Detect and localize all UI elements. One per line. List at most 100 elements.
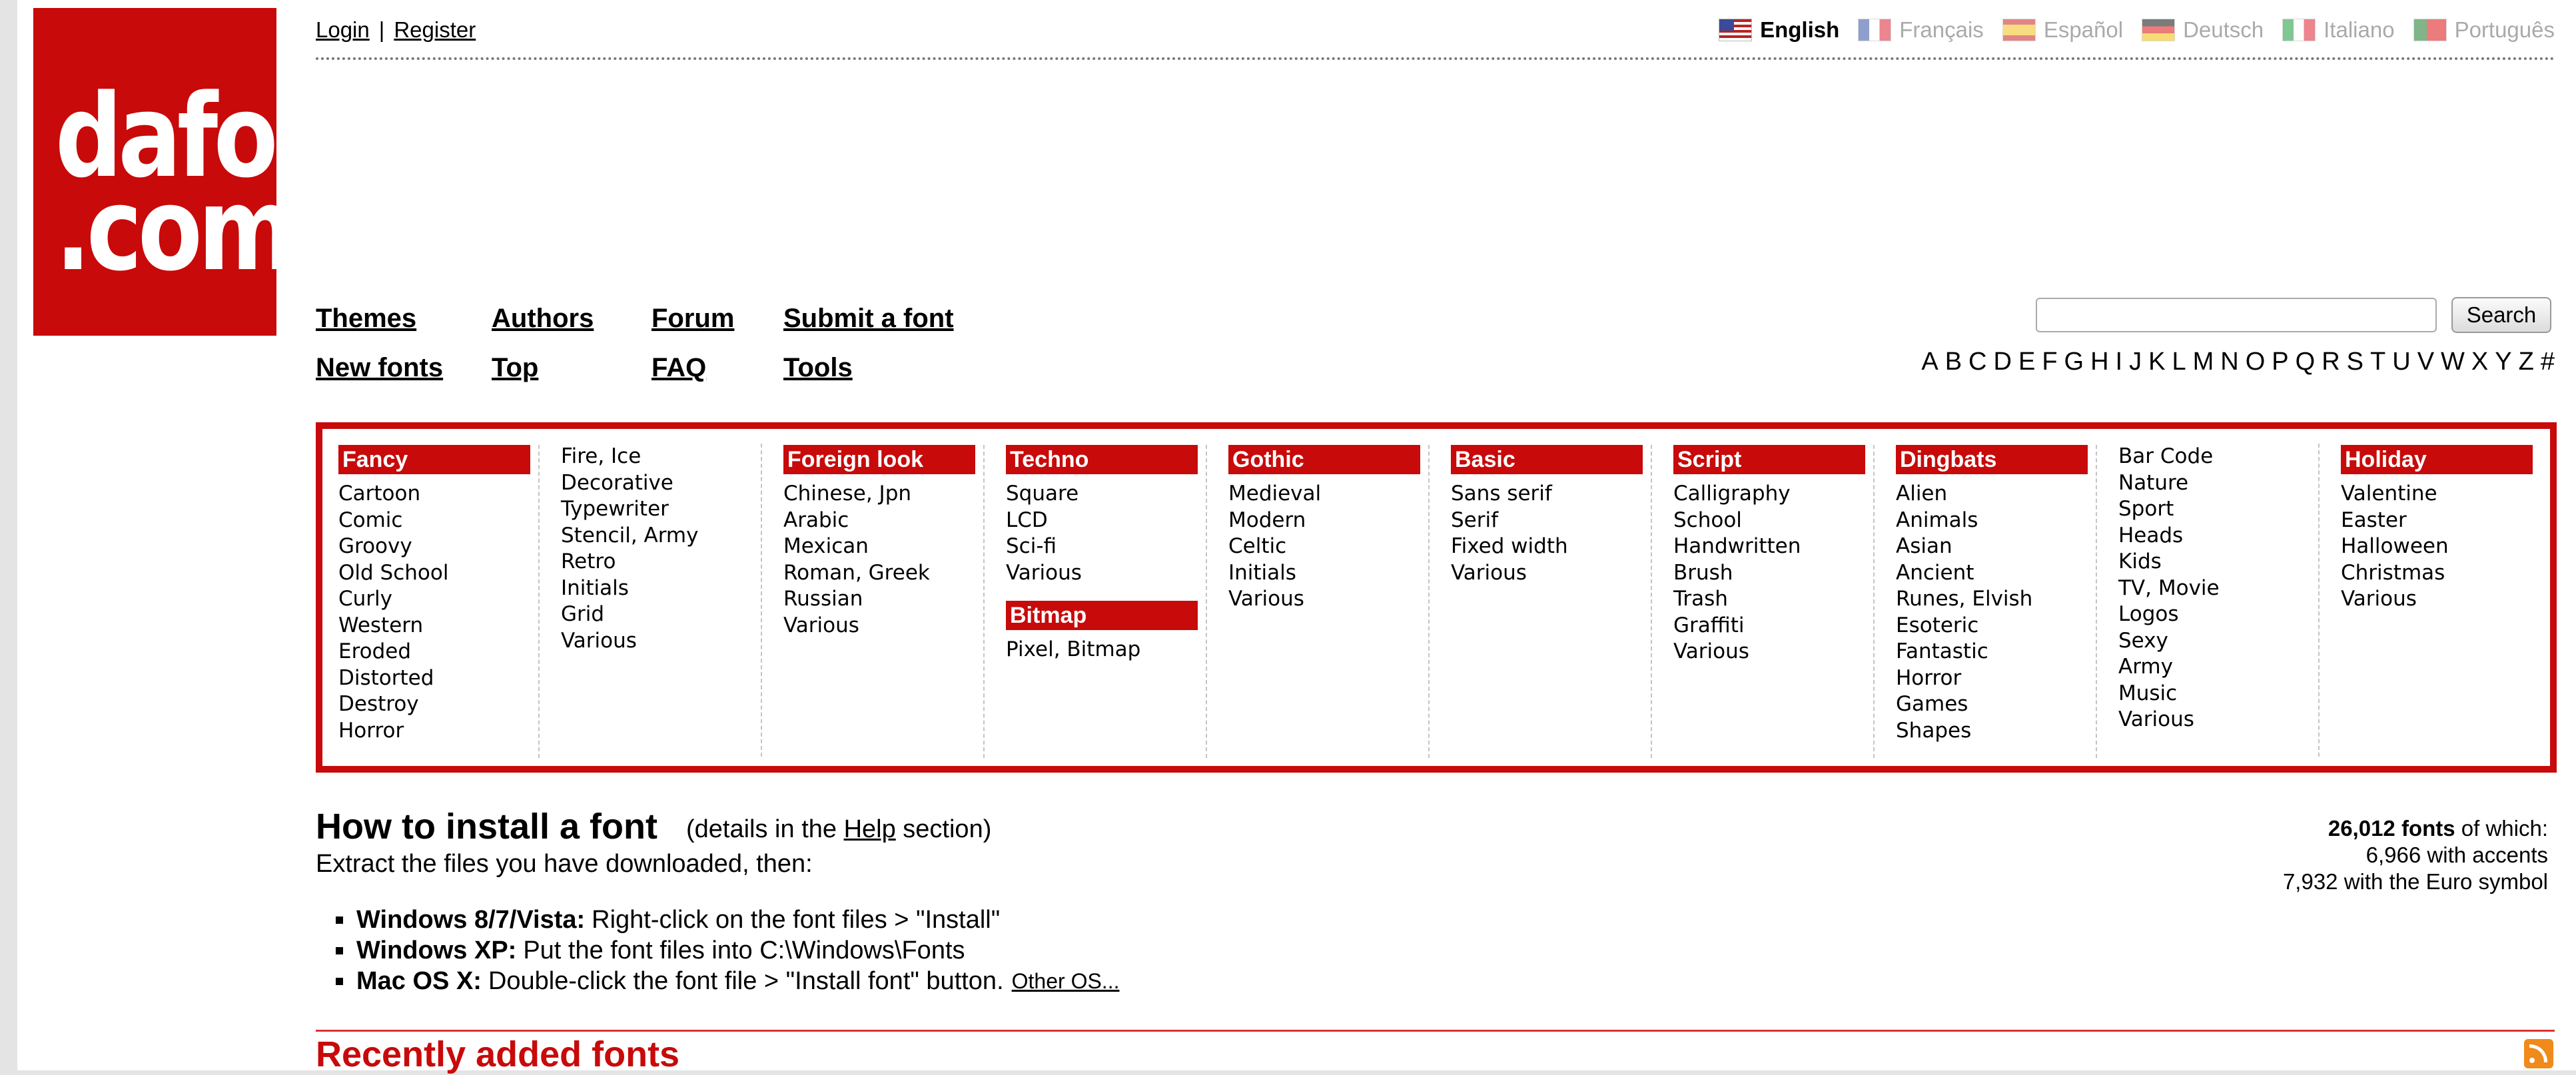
category-link[interactable]: Various xyxy=(561,628,761,655)
category-link[interactable]: Comic xyxy=(338,508,538,534)
category-head-basic[interactable]: Basic xyxy=(1451,445,1643,474)
category-link[interactable]: Initials xyxy=(561,575,761,602)
category-link[interactable]: Chinese, Jpn xyxy=(783,481,983,508)
alphabet-letter[interactable]: I xyxy=(2116,348,2123,376)
category-link[interactable]: Curly xyxy=(338,586,538,613)
alphabet-letter[interactable]: J xyxy=(2129,348,2142,376)
category-head-foreign-look[interactable]: Foreign look xyxy=(783,445,975,474)
category-link[interactable]: Western xyxy=(338,613,538,639)
category-link[interactable]: Ancient xyxy=(1896,560,2096,587)
category-head-dingbats[interactable]: Dingbats xyxy=(1896,445,2088,474)
category-link[interactable]: Heads xyxy=(2118,523,2318,549)
lang-espanol[interactable]: Español xyxy=(2002,17,2123,43)
category-link[interactable]: Various xyxy=(1228,586,1428,613)
lang-francais[interactable]: Français xyxy=(1858,17,1984,43)
category-link[interactable]: Fantastic xyxy=(1896,639,2096,665)
nav-tools[interactable]: Tools xyxy=(783,353,853,383)
category-link[interactable]: Typewriter xyxy=(561,496,761,523)
alphabet-letter[interactable]: M xyxy=(2193,348,2214,376)
category-link[interactable]: Initials xyxy=(1228,560,1428,587)
alphabet-letter[interactable]: R xyxy=(2322,348,2340,376)
category-link[interactable]: LCD xyxy=(1006,508,1206,534)
category-link[interactable]: Nature xyxy=(2118,470,2318,497)
category-head-gothic[interactable]: Gothic xyxy=(1228,445,1420,474)
category-link[interactable]: Square xyxy=(1006,481,1206,508)
nav-new-fonts[interactable]: New fonts xyxy=(316,353,443,383)
register-link[interactable]: Register xyxy=(394,17,476,42)
alphabet-letter[interactable]: V xyxy=(2417,348,2434,376)
category-link[interactable]: Asian xyxy=(1896,534,2096,560)
category-head-techno[interactable]: Techno xyxy=(1006,445,1198,474)
alphabet-letter[interactable]: P xyxy=(2272,348,2288,376)
category-link[interactable]: Horror xyxy=(1896,665,2096,692)
alphabet-letter[interactable]: Y xyxy=(2495,348,2511,376)
category-link[interactable]: Serif xyxy=(1451,508,1651,534)
category-link[interactable]: Brush xyxy=(1673,560,1873,587)
category-link[interactable]: TV, Movie xyxy=(2118,575,2318,602)
category-link[interactable]: Various xyxy=(783,613,983,639)
category-link[interactable]: Stencil, Army xyxy=(561,523,761,549)
category-link[interactable]: Various xyxy=(1451,560,1651,587)
category-link[interactable]: Cartoon xyxy=(338,481,538,508)
category-link[interactable]: Trash xyxy=(1673,586,1873,613)
category-link[interactable]: Mexican xyxy=(783,534,983,560)
help-link[interactable]: Help xyxy=(844,815,896,843)
alphabet-letter[interactable]: K xyxy=(2148,348,2165,376)
category-link[interactable]: Russian xyxy=(783,586,983,613)
category-link[interactable]: Eroded xyxy=(338,639,538,665)
category-link[interactable]: Sans serif xyxy=(1451,481,1651,508)
alphabet-letter[interactable]: H xyxy=(2090,348,2108,376)
category-link[interactable]: Easter xyxy=(2341,508,2541,534)
category-link[interactable]: Various xyxy=(1006,560,1206,587)
category-link[interactable]: Esoteric xyxy=(1896,613,2096,639)
category-link[interactable]: Groovy xyxy=(338,534,538,560)
nav-faq[interactable]: FAQ xyxy=(651,353,706,383)
lang-deutsch[interactable]: Deutsch xyxy=(2142,17,2264,43)
alphabet-letter[interactable]: Z xyxy=(2519,348,2534,376)
lang-portugues[interactable]: Português xyxy=(2413,17,2555,43)
alphabet-letter[interactable]: F xyxy=(2042,348,2057,376)
category-head-bitmap[interactable]: Bitmap xyxy=(1006,601,1198,630)
login-link[interactable]: Login xyxy=(316,17,370,42)
category-link[interactable]: Retro xyxy=(561,549,761,575)
category-link[interactable]: Games xyxy=(1896,691,2096,718)
alphabet-letter[interactable]: T xyxy=(2370,348,2385,376)
dafont-logo[interactable]: dafont .com xyxy=(33,8,381,336)
category-link[interactable]: Arabic xyxy=(783,508,983,534)
nav-top[interactable]: Top xyxy=(492,353,538,383)
category-link[interactable]: Handwritten xyxy=(1673,534,1873,560)
category-link[interactable]: Fixed width xyxy=(1451,534,1651,560)
category-link[interactable]: Various xyxy=(2118,707,2318,733)
category-link[interactable]: Army xyxy=(2118,654,2318,681)
category-link[interactable]: Kids xyxy=(2118,549,2318,575)
category-link[interactable]: Sci-fi xyxy=(1006,534,1206,560)
alphabet-letter[interactable]: L xyxy=(2172,348,2186,376)
category-link[interactable]: Fire, Ice xyxy=(561,444,761,470)
search-button[interactable]: Search xyxy=(2451,297,2551,333)
category-link[interactable]: Shapes xyxy=(1896,718,2096,745)
category-link[interactable]: Celtic xyxy=(1228,534,1428,560)
lang-english[interactable]: English xyxy=(1719,17,1839,43)
category-link[interactable]: Logos xyxy=(2118,601,2318,628)
category-link[interactable]: Various xyxy=(2341,586,2541,613)
alphabet-letter[interactable]: # xyxy=(2541,348,2555,376)
alphabet-letter[interactable]: D xyxy=(1994,348,2012,376)
alphabet-letter[interactable]: U xyxy=(2392,348,2410,376)
alphabet-letter[interactable]: B xyxy=(1945,348,1962,376)
alphabet-letter[interactable]: C xyxy=(1968,348,1986,376)
category-link[interactable]: Medieval xyxy=(1228,481,1428,508)
alphabet-letter[interactable]: W xyxy=(2441,348,2465,376)
alphabet-letter[interactable]: G xyxy=(2064,348,2084,376)
category-link[interactable]: Christmas xyxy=(2341,560,2541,587)
category-link[interactable]: Pixel, Bitmap xyxy=(1006,637,1206,663)
category-link[interactable]: Graffiti xyxy=(1673,613,1873,639)
lang-italiano[interactable]: Italiano xyxy=(2282,17,2395,43)
category-link[interactable]: Valentine xyxy=(2341,481,2541,508)
category-link[interactable]: Sport xyxy=(2118,496,2318,523)
rss-icon[interactable] xyxy=(2524,1039,2553,1068)
nav-authors[interactable]: Authors xyxy=(492,304,594,334)
alphabet-letter[interactable]: E xyxy=(2018,348,2035,376)
nav-submit-font[interactable]: Submit a font xyxy=(783,304,954,334)
category-link[interactable]: Decorative xyxy=(561,470,761,497)
category-link[interactable]: School xyxy=(1673,508,1873,534)
